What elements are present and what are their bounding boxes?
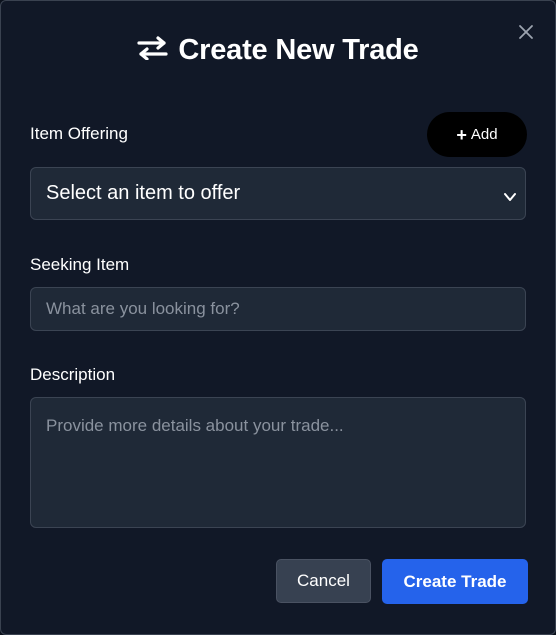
create-trade-button[interactable]: Create Trade — [382, 559, 528, 604]
cancel-button[interactable]: Cancel — [276, 559, 371, 603]
description-textarea[interactable] — [30, 397, 526, 528]
item-offering-select-value: Select an item to offer — [46, 182, 241, 204]
item-offering-label: Item Offering — [30, 124, 128, 143]
item-offering-select[interactable]: Select an item to offer — [30, 167, 526, 220]
seeking-item-input[interactable] — [30, 287, 526, 331]
create-trade-dialog: Create New Trade Item Offering + Add Sel… — [0, 0, 556, 635]
add-item-button-label: Add — [470, 126, 498, 143]
dialog-title: Create New Trade — [178, 34, 419, 66]
chevron-down-icon — [503, 187, 517, 201]
swap-arrows-icon — [137, 36, 169, 65]
dialog-header: Create New Trade — [1, 34, 555, 67]
description-label: Description — [30, 365, 116, 384]
plus-icon: + — [456, 124, 467, 145]
add-item-button[interactable]: + Add — [427, 112, 527, 157]
seeking-item-label: Seeking Item — [30, 255, 130, 274]
